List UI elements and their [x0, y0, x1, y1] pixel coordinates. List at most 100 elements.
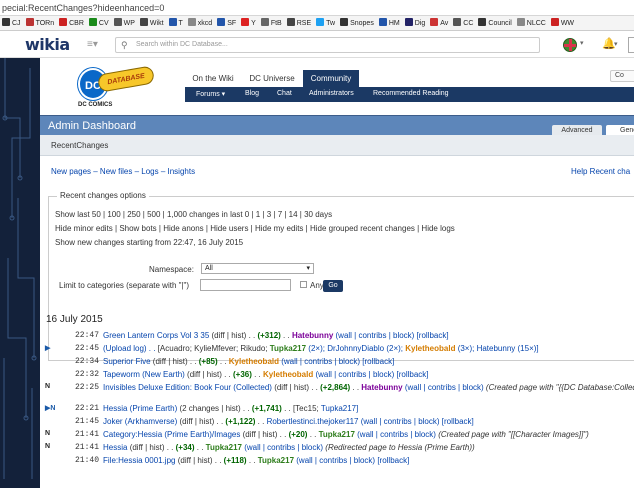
- change-user[interactable]: Hatebunny: [292, 331, 336, 340]
- bookmark-item[interactable]: CV: [88, 18, 109, 27]
- bookmark-item[interactable]: CJ: [2, 18, 21, 27]
- change-page-link[interactable]: File:Hessia 0001.jpg: [103, 456, 178, 465]
- side-box[interactable]: [628, 37, 634, 53]
- namespace-select[interactable]: All: [201, 263, 314, 274]
- help-link[interactable]: Help Recent cha: [571, 167, 630, 176]
- change-page-link[interactable]: Hessia: [103, 443, 130, 452]
- chevron-down-icon[interactable]: ▾: [614, 40, 618, 48]
- change-diff-links[interactable]: (diff | hist) . .: [130, 443, 176, 452]
- change-diff-links[interactable]: (diff | hist) . .: [178, 456, 224, 465]
- chevron-down-icon[interactable]: ▾: [580, 39, 584, 47]
- change-row: N 21:41 Hessia (diff | hist) . . (+34) . .…: [40, 442, 634, 455]
- search-icon: ⚲: [121, 40, 128, 50]
- bookmark-item[interactable]: TORn: [25, 18, 54, 27]
- wikia-logo[interactable]: wikia: [25, 35, 70, 54]
- change-page-link[interactable]: Hessia (Prime Earth): [103, 404, 179, 413]
- change-diff-links[interactable]: [Acuadro; KylieMfever; Rikudo;: [158, 344, 270, 353]
- change-tools[interactable]: (wall | contribs | block) [rollback]: [361, 417, 474, 426]
- subnav-administrators[interactable]: Administrators: [309, 90, 354, 97]
- bookmark-item[interactable]: CBR: [59, 18, 84, 27]
- bookmark-item[interactable]: HM: [378, 18, 400, 27]
- contribute-button[interactable]: Co: [610, 70, 634, 82]
- change-user[interactable]: Hatebunny: [361, 383, 405, 392]
- subnav-blog[interactable]: Blog: [245, 90, 259, 97]
- change-tools[interactable]: (wall | contribs | block) [rollback]: [315, 370, 428, 379]
- change-diff-links[interactable]: (diff | hist) . .: [187, 370, 233, 379]
- change-user[interactable]: Tupka217: [258, 456, 297, 465]
- menu-icon[interactable]: ≡▾: [87, 39, 98, 50]
- change-diff-links[interactable]: (diff | hist) . .: [274, 383, 320, 392]
- change-page-link[interactable]: Superior Five: [103, 357, 153, 366]
- change-page-link[interactable]: Invisibles Deluxe Edition: Book Four (Co…: [103, 383, 274, 392]
- change-diff-links[interactable]: (diff | hist) . .: [243, 430, 289, 439]
- change-user[interactable]: Robertlestinci.thejoker117: [267, 417, 361, 426]
- change-user[interactable]: Kyletheobald: [229, 357, 281, 366]
- change-tools[interactable]: (2×); DrJohnnyDiablo (2×);: [308, 344, 405, 353]
- bookmark-item[interactable]: WP: [113, 18, 135, 27]
- change-user[interactable]: Tupka217: [206, 443, 245, 452]
- change-page-link[interactable]: (Upload log) . .: [103, 344, 158, 353]
- change-tools[interactable]: (wall | contribs | block) [rollback]: [336, 331, 449, 340]
- change-separator: . .: [196, 443, 206, 452]
- change-page-link[interactable]: Green Lantern Corps Vol 3 35: [103, 331, 212, 340]
- change-flag[interactable]: ▶N: [45, 404, 55, 412]
- change-user[interactable]: Tupka217: [270, 344, 309, 353]
- change-tools[interactable]: (3×); Hatebunny (15×)]: [458, 344, 539, 353]
- change-summary: (Redirected page to Hessia (Prime Earth)…: [325, 443, 475, 452]
- subnav-recommended-reading[interactable]: Recommended Reading: [373, 90, 449, 97]
- change-page-link[interactable]: Tapeworm (New Earth): [103, 370, 187, 379]
- category-input[interactable]: [200, 279, 291, 291]
- change-page-link[interactable]: Category:Hessia (Prime Earth)/Images: [103, 430, 243, 439]
- any-checkbox[interactable]: [300, 281, 307, 288]
- bookmark-item[interactable]: xkcd: [187, 18, 212, 27]
- tab-community[interactable]: Community: [303, 70, 359, 87]
- change-diff-links[interactable]: (diff | hist) . .: [153, 357, 199, 366]
- subnav-chat[interactable]: Chat: [277, 90, 292, 97]
- change-user[interactable]: Kyletheobald: [405, 344, 457, 353]
- admin-dashboard-title[interactable]: Admin Dashboard: [48, 120, 136, 132]
- address-bar[interactable]: pecial:RecentChanges?hideenhanced=0: [0, 0, 634, 16]
- bookmark-item[interactable]: Av: [430, 18, 448, 27]
- change-flag[interactable]: ▶: [45, 344, 50, 352]
- change-tools[interactable]: (wall | contribs | block) [rollback]: [296, 456, 409, 465]
- change-text: Hessia (diff | hist) . . (+34) . . Tupka…: [103, 443, 634, 452]
- change-diff-links[interactable]: (diff | hist) . .: [179, 417, 225, 426]
- hide-options[interactable]: Hide minor edits | Show bots | Hide anon…: [55, 224, 455, 233]
- bookmark-item[interactable]: NLCC: [516, 18, 546, 27]
- bookmark-item[interactable]: Y: [241, 18, 256, 27]
- change-user[interactable]: Tupka217: [319, 430, 358, 439]
- search-input[interactable]: ⚲ Search within DC Database...: [115, 37, 540, 53]
- change-diff-links[interactable]: (diff | hist) . .: [212, 331, 258, 340]
- change-separator: . .: [309, 430, 319, 439]
- go-button[interactable]: Go: [323, 280, 343, 292]
- change-tools[interactable]: (wall | contribs | block): [405, 383, 486, 392]
- bookmark-item[interactable]: CC: [453, 18, 473, 27]
- bookmark-item[interactable]: Wikt: [139, 18, 164, 27]
- tab-dc-universe[interactable]: DC Universe: [243, 70, 301, 87]
- bookmark-item[interactable]: T: [168, 18, 183, 27]
- bookmark-item[interactable]: Dig: [404, 18, 425, 27]
- namespace-label: Namespace:: [149, 265, 194, 274]
- bookmark-item[interactable]: FtB: [260, 18, 282, 27]
- change-diff-links[interactable]: (2 changes | hist) . .: [179, 404, 251, 413]
- tab-on-the-wiki[interactable]: On the Wiki: [187, 70, 239, 87]
- change-tools[interactable]: Tupka217]: [321, 404, 359, 413]
- bookmark-item[interactable]: Tw: [316, 18, 335, 27]
- change-tools[interactable]: (wall | contribs | block): [244, 443, 325, 452]
- bookmark-item[interactable]: Council: [478, 18, 512, 27]
- change-tools[interactable]: (wall | contribs | block): [357, 430, 438, 439]
- bookmark-item[interactable]: SF: [217, 18, 236, 27]
- user-avatar[interactable]: [563, 38, 577, 52]
- bookmark-item[interactable]: Snopes: [340, 18, 374, 27]
- bookmark-item[interactable]: RSE: [286, 18, 311, 27]
- change-user[interactable]: [Tec15;: [293, 404, 321, 413]
- bookmark-label: CJ: [12, 20, 21, 27]
- show-last-options[interactable]: Show last 50 | 100 | 250 | 500 | 1,000 c…: [55, 210, 332, 219]
- change-user[interactable]: Kyletheobald: [263, 370, 315, 379]
- subnav-forums[interactable]: Forums ▾: [196, 90, 225, 98]
- show-new-changes[interactable]: Show new changes starting from 22:47, 16…: [55, 238, 243, 247]
- change-page-link[interactable]: Joker (Arkhamverse): [103, 417, 179, 426]
- change-tools[interactable]: (wall | contribs | block) [rollback]: [281, 357, 394, 366]
- bookmark-item[interactable]: WW: [550, 18, 574, 27]
- quick-links[interactable]: New pages – New files – Logs – Insights: [51, 167, 195, 176]
